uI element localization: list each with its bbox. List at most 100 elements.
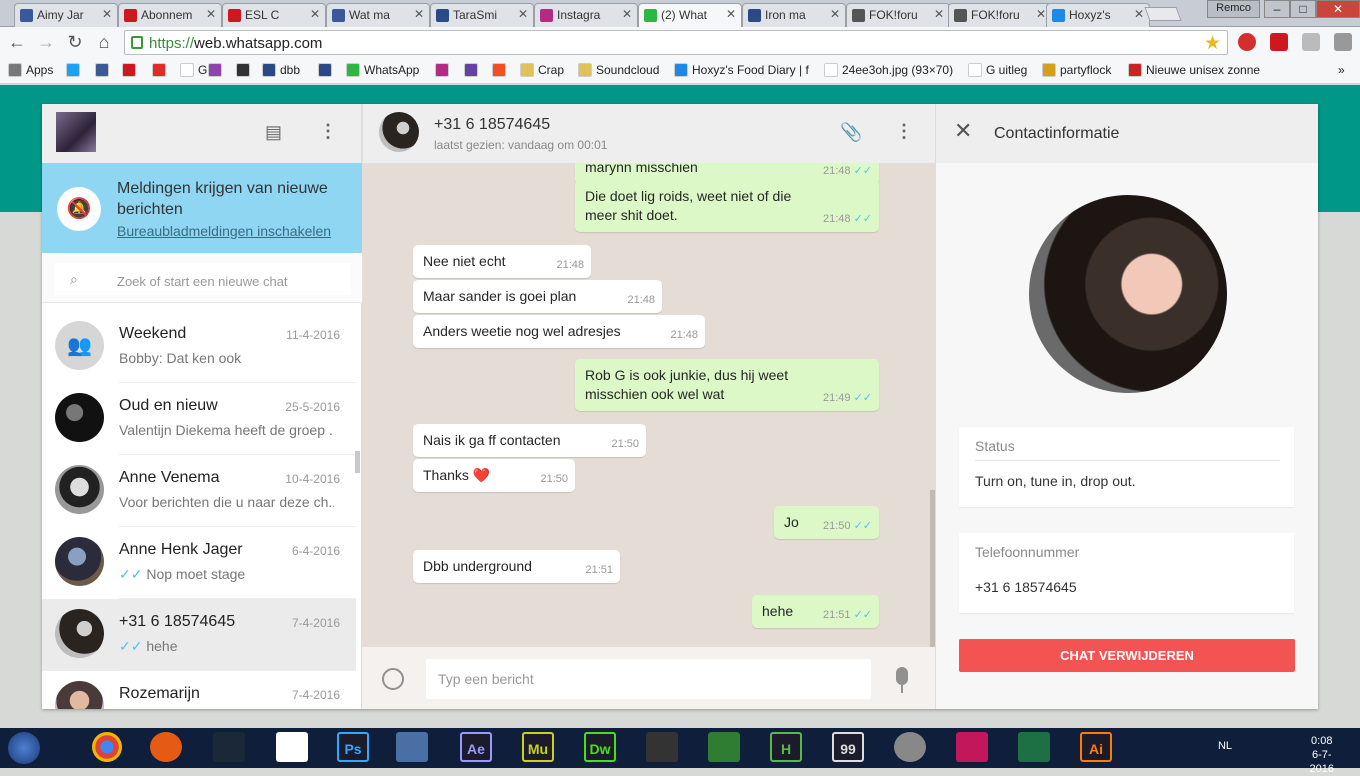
bookmark-item[interactable]: Nieuwe unisex zonne xyxy=(1128,63,1260,77)
conversation-menu-icon[interactable]: ⋮ xyxy=(895,121,913,142)
incoming-message[interactable]: Anders weetie nog wel adresjes 21:48 xyxy=(413,315,705,348)
close-tab-icon[interactable]: ✕ xyxy=(518,7,528,21)
menu-dots-icon[interactable]: ⋮ xyxy=(319,121,337,142)
close-tab-icon[interactable]: ✕ xyxy=(206,7,216,21)
chat-list-scrollbar[interactable] xyxy=(355,451,360,473)
taskbar-app-icon[interactable]: Dw xyxy=(584,732,616,762)
close-window-button[interactable]: ✕ xyxy=(1316,0,1360,18)
bookmark-item[interactable]: Soundcloud xyxy=(578,63,659,77)
taskbar-app-icon[interactable] xyxy=(213,732,245,762)
minimize-button[interactable]: – xyxy=(1264,0,1290,18)
language-indicator[interactable]: NL xyxy=(1218,740,1232,752)
start-button[interactable] xyxy=(8,732,40,764)
browser-tab[interactable]: Hoxyz's ✕ xyxy=(1046,3,1150,27)
reload-icon[interactable]: ↻ xyxy=(65,32,85,53)
taskbar-app-icon[interactable] xyxy=(956,732,988,762)
bookmark-item[interactable] xyxy=(236,63,254,77)
bookmark-item[interactable] xyxy=(318,63,336,77)
chat-list-item[interactable]: 👥 Weekend 11-4-2016 Bobby: Dat ken ook xyxy=(42,311,356,383)
browser-tab[interactable]: ESL C ✕ xyxy=(222,3,326,27)
emoji-icon[interactable] xyxy=(382,668,404,690)
taskbar-app-icon[interactable] xyxy=(396,732,428,762)
close-tab-icon[interactable]: ✕ xyxy=(830,7,840,21)
outgoing-message[interactable]: Rob G is ook junkie, dus hij weet missch… xyxy=(575,359,879,411)
browser-tab[interactable]: Instagra ✕ xyxy=(534,3,638,27)
new-chat-icon[interactable]: ▤ xyxy=(265,122,282,143)
bookmark-item[interactable]: G uitleg xyxy=(968,63,1027,77)
close-tab-icon[interactable]: ✕ xyxy=(414,7,424,21)
bookmark-item[interactable]: partyflock xyxy=(1042,63,1111,77)
address-bar[interactable]: https://web.whatsapp.com ★ xyxy=(124,30,1228,55)
chat-list-item[interactable]: Anne Henk Jager 6-4-2016 ✓✓ Nop moet stage xyxy=(42,527,356,599)
bookmark-item[interactable] xyxy=(208,63,226,77)
chat-list-item[interactable]: +31 6 18574645 7-4-2016 ✓✓ hehe xyxy=(42,599,356,671)
clock[interactable]: 0:08 6-7-2016 xyxy=(1310,734,1334,776)
back-icon[interactable]: ← xyxy=(7,32,27,53)
chat-list-item[interactable]: Oud en nieuw 25-5-2016 Valentijn Diekema … xyxy=(42,383,356,455)
chat-list-item[interactable]: Anne Venema 10-4-2016 Voor berichten die … xyxy=(42,455,356,527)
browser-tab[interactable]: Abonnem ✕ xyxy=(118,3,222,27)
bookmark-star-icon[interactable]: ★ xyxy=(1204,32,1221,55)
outgoing-message[interactable]: hehe 21:51 ✓✓ xyxy=(752,595,879,628)
bookmark-item[interactable]: G xyxy=(180,63,207,77)
incoming-message[interactable]: Nee niet echt 21:48 xyxy=(413,245,591,278)
browser-tab[interactable]: TaraSmi ✕ xyxy=(430,3,534,27)
taskbar-app-icon[interactable] xyxy=(92,732,122,762)
adblock-icon[interactable] xyxy=(1238,33,1256,51)
close-tab-icon[interactable]: ✕ xyxy=(1134,7,1144,21)
microphone-icon[interactable] xyxy=(896,667,908,685)
browser-tab[interactable]: (2) What ✕ xyxy=(638,3,742,27)
menu-icon[interactable] xyxy=(1334,33,1352,51)
incoming-message[interactable]: Dbb underground 21:51 xyxy=(413,550,620,583)
incoming-message[interactable]: Nais ik ga ff contacten 21:50 xyxy=(413,424,646,457)
bookmark-item[interactable] xyxy=(492,63,510,77)
conversation-header[interactable]: +31 6 18574645 laatst gezien: vandaag om… xyxy=(362,104,935,163)
contact-avatar[interactable] xyxy=(379,112,419,152)
bookmark-item[interactable]: Apps xyxy=(8,63,53,77)
browser-tab[interactable]: Aimy Jar ✕ xyxy=(14,3,118,27)
attach-icon[interactable]: 📎 xyxy=(840,122,862,143)
profile-button[interactable]: Remco xyxy=(1207,0,1260,18)
taskbar-app-icon[interactable]: Ae xyxy=(460,732,492,762)
taskbar-app-icon[interactable] xyxy=(1018,732,1050,762)
browser-tab[interactable]: Iron ma ✕ xyxy=(742,3,846,27)
search-input[interactable]: ⌕ Zoek of start een nieuwe chat xyxy=(54,263,350,295)
close-tab-icon[interactable]: ✕ xyxy=(622,7,632,21)
enable-notifications-link[interactable]: Bureaubladmeldingen inschakelen xyxy=(117,223,331,239)
bookmark-item[interactable] xyxy=(152,63,170,77)
close-tab-icon[interactable]: ✕ xyxy=(1036,7,1046,21)
taskbar-app-icon[interactable] xyxy=(708,732,740,762)
bookmark-item[interactable]: 24ee3oh.jpg (93×70) xyxy=(824,63,953,77)
my-avatar[interactable] xyxy=(56,112,96,152)
close-icon[interactable]: ✕ xyxy=(954,118,972,144)
browser-tab[interactable]: FOK!foru ✕ xyxy=(948,3,1052,27)
bookmark-item[interactable] xyxy=(95,63,113,77)
taskbar-app-icon[interactable]: Ai xyxy=(1080,732,1112,762)
browser-tab[interactable]: FOK!foru ✕ xyxy=(846,3,950,27)
bookmark-item[interactable] xyxy=(435,63,453,77)
youtube-extension-icon[interactable] xyxy=(1270,33,1288,51)
bookmark-item[interactable]: Hoxyz's Food Diary | f xyxy=(674,63,809,77)
close-tab-icon[interactable]: ✕ xyxy=(102,7,112,21)
outgoing-message[interactable]: Die doet lig roids, weet niet of die mee… xyxy=(575,180,879,232)
extension-icon[interactable] xyxy=(1302,33,1320,51)
home-icon[interactable]: ⌂ xyxy=(94,32,114,53)
taskbar-app-icon[interactable]: Ps xyxy=(337,732,369,762)
taskbar-app-icon[interactable] xyxy=(894,732,926,762)
maximize-button[interactable]: □ xyxy=(1290,0,1316,18)
new-tab-button[interactable] xyxy=(1144,7,1182,21)
bookmark-item[interactable]: Crap xyxy=(520,63,564,77)
incoming-message[interactable]: Maar sander is goei plan 21:48 xyxy=(413,280,662,313)
outgoing-message[interactable]: Jo 21:50 ✓✓ xyxy=(774,506,879,539)
taskbar-app-icon[interactable] xyxy=(276,732,308,762)
forward-icon[interactable]: → xyxy=(36,32,56,53)
close-tab-icon[interactable]: ✕ xyxy=(310,7,320,21)
browser-tab[interactable]: Wat ma ✕ xyxy=(326,3,430,27)
taskbar-app-icon[interactable] xyxy=(150,732,182,762)
taskbar-app-icon[interactable]: 99 xyxy=(832,732,864,762)
more-bookmarks-icon[interactable]: » xyxy=(1338,63,1345,77)
message-input[interactable]: Typ een bericht xyxy=(426,659,871,699)
bookmark-item[interactable] xyxy=(66,63,84,77)
bookmark-item[interactable]: dbb xyxy=(262,63,300,77)
bookmark-item[interactable]: WhatsApp xyxy=(346,63,419,77)
